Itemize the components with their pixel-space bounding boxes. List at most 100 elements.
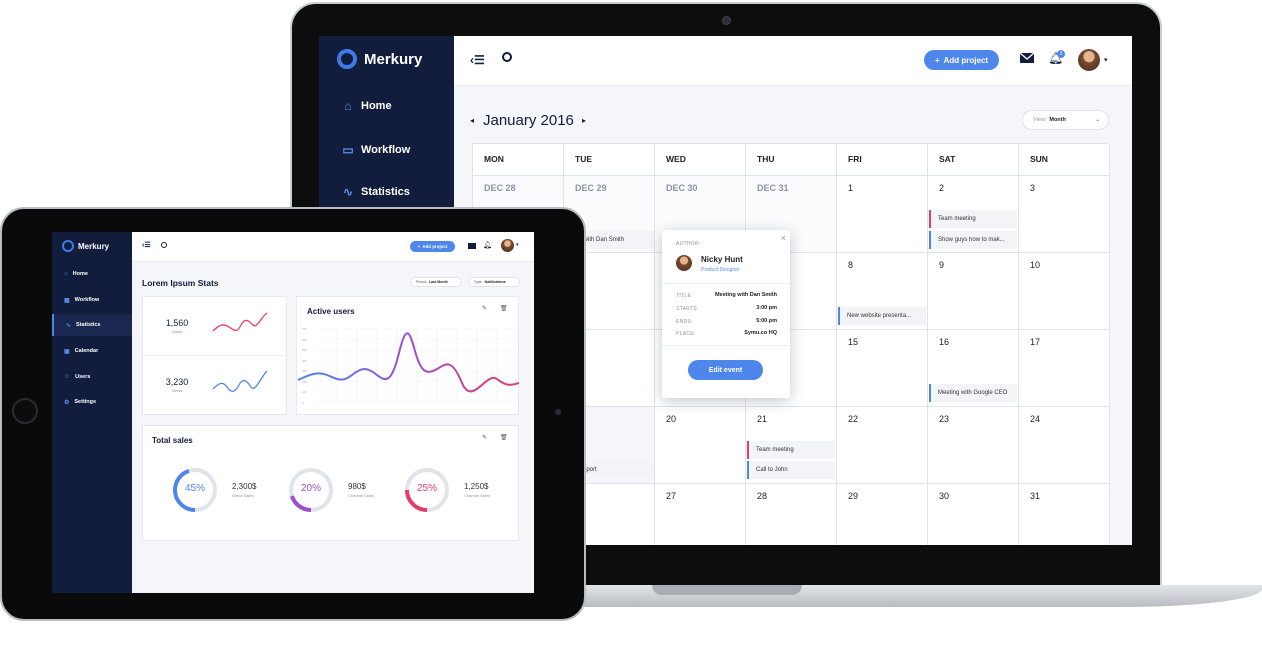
card-divider <box>143 355 286 356</box>
views-value: 3,230 <box>165 377 189 387</box>
calendar-day[interactable]: 23 <box>928 407 1019 484</box>
brand-name: Merkury <box>78 241 110 251</box>
edit-event-button[interactable]: Edit event <box>688 360 763 380</box>
calendar-day[interactable]: 30 <box>928 484 1019 545</box>
menu-toggle-icon[interactable]: ‹☰ <box>142 241 151 249</box>
add-project-button[interactable]: + Add project <box>924 50 999 70</box>
prev-month-icon[interactable]: ◂ <box>470 116 474 125</box>
active-users-card: Active users ✎ 🗑︎ 700 600 500 400 300 20… <box>296 296 520 415</box>
sidebar-item-statistics[interactable]: ∿ Statistics <box>52 314 132 336</box>
calendar-event[interactable]: Meeting with Google CEO <box>929 384 1017 402</box>
edit-icon[interactable]: ✎ <box>482 434 487 441</box>
day-header: SUN <box>1030 154 1048 164</box>
donut-amount: 980$ <box>348 482 366 491</box>
search-icon[interactable] <box>502 52 512 62</box>
laptop-camera <box>722 16 731 25</box>
user-icon: ☺ <box>64 374 71 380</box>
calendar-day[interactable]: 22 <box>837 407 928 484</box>
trash-icon[interactable]: 🗑︎ <box>500 434 508 441</box>
calendar-day[interactable]: 10 <box>1019 253 1110 330</box>
donut-direct-sales: 45% <box>171 466 219 519</box>
calendar-event[interactable]: Team meeting <box>747 441 835 459</box>
sidebar-item-home[interactable]: ⌂ Home <box>341 99 392 113</box>
calendar-event[interactable]: Show guys how to mak... <box>929 231 1017 249</box>
sales-label: Sales <box>171 329 182 334</box>
next-month-icon[interactable]: ▸ <box>582 116 586 125</box>
calendar-day[interactable]: 28 <box>746 484 837 545</box>
home-icon: ⌂ <box>344 99 352 113</box>
mail-icon[interactable] <box>1020 53 1034 63</box>
search-icon[interactable] <box>161 242 167 248</box>
sidebar-item-calendar[interactable]: ▣ Calendar <box>52 340 132 362</box>
starts-label: STARTS: <box>676 306 699 312</box>
close-icon[interactable]: × <box>781 233 786 243</box>
sidebar-item-label: Calendar <box>74 348 99 354</box>
calendar-event[interactable]: Team meeting <box>929 210 1017 228</box>
avatar[interactable] <box>1078 49 1100 71</box>
avatar[interactable] <box>501 239 514 252</box>
sidebar-item-settings[interactable]: ⚙ Settings <box>52 391 132 413</box>
trash-icon[interactable]: 🗑︎ <box>500 305 508 312</box>
calendar-day[interactable]: 31 <box>1019 484 1110 545</box>
event-popup: × AUTHOR: Nicky Hunt Product Designer TI… <box>662 230 790 398</box>
calendar-day[interactable]: 29 <box>837 484 928 545</box>
laptop-notch <box>652 585 802 595</box>
laptop-topbar: ‹☰ + Add project 🔔︎ 3 ▾ <box>454 36 1132 86</box>
calendar-event[interactable]: New website presenta... <box>838 307 926 325</box>
author-name: Nicky Hunt <box>701 255 743 264</box>
sidebar-item-users[interactable]: ☺ Users <box>52 366 132 388</box>
chevron-down-icon[interactable]: ▾ <box>1104 56 1108 64</box>
tablet-topbar: ‹☰ + Add project 🔔︎ ▾ <box>132 232 534 262</box>
sidebar-item-label: Home <box>361 100 392 112</box>
add-project-label: Add project <box>943 55 989 65</box>
calendar-day[interactable]: 27 <box>655 484 746 545</box>
filter-value: Last Month <box>429 280 448 284</box>
place-value: Symu.co HQ <box>744 330 777 336</box>
sidebar-item-statistics[interactable]: ∿ Statistics <box>341 185 410 199</box>
laptop-logo[interactable]: Merkury <box>337 49 422 69</box>
donut-amount: 1,250$ <box>464 482 489 491</box>
calendar-day[interactable]: 1 <box>837 176 928 253</box>
sidebar-item-home[interactable]: ⌂ Home <box>52 263 132 285</box>
merkury-logo-icon <box>62 240 74 252</box>
edit-icon[interactable]: ✎ <box>482 305 487 312</box>
plus-icon: + <box>417 244 421 249</box>
sidebar-item-label: Workflow <box>361 144 411 156</box>
page-title: Lorem Ipsum Stats <box>142 278 219 288</box>
card-title: Total sales <box>152 436 193 445</box>
gear-icon: ⚙ <box>64 399 70 406</box>
calendar-day[interactable]: 20 <box>655 407 746 484</box>
menu-toggle-icon[interactable]: ‹☰ <box>470 53 485 67</box>
calendar-day[interactable]: 15 <box>837 330 928 407</box>
calendar-day[interactable]: 3 <box>1019 176 1110 253</box>
day-header: SAT <box>939 154 956 164</box>
mail-icon[interactable] <box>468 243 476 249</box>
author-label: AUTHOR: <box>676 241 701 247</box>
add-project-button[interactable]: + Add project <box>410 241 455 252</box>
donut-label: Channel Sales <box>348 493 375 498</box>
view-label: View: <box>1033 117 1047 123</box>
calendar-day[interactable]: 9 <box>928 253 1019 330</box>
bell-icon[interactable]: 🔔︎ <box>483 241 492 249</box>
merkury-logo-icon <box>337 49 357 69</box>
type-filter[interactable]: Type: Notifications <box>468 277 520 287</box>
calendar-day[interactable]: 17 <box>1019 330 1110 407</box>
donut-channel-sales-1: 20% <box>287 466 335 519</box>
active-users-chart <box>297 328 520 405</box>
sidebar-item-workflow[interactable]: ▦ Workflow <box>52 289 132 311</box>
plus-icon: + <box>934 55 940 65</box>
donut-percent: 20% <box>300 483 321 494</box>
chevron-down-icon[interactable]: ▾ <box>516 242 519 248</box>
calendar-day[interactable]: 24 <box>1019 407 1110 484</box>
view-select[interactable]: View: Month ⌄ <box>1022 110 1109 130</box>
calendar-icon: ▣ <box>64 348 70 355</box>
sidebar-item-label: Statistics <box>76 322 101 328</box>
calendar-event[interactable]: Call to John <box>747 461 835 479</box>
popup-divider <box>662 283 790 284</box>
tablet-camera <box>555 409 561 415</box>
stats-card: 1,560 Sales 3,230 Views <box>142 296 287 415</box>
filter-label: Period: <box>416 280 428 284</box>
sidebar-item-workflow[interactable]: ▭ Workflow <box>341 143 410 157</box>
period-filter[interactable]: Period: Last Month <box>410 277 462 287</box>
tablet-logo[interactable]: Merkury <box>62 240 109 252</box>
